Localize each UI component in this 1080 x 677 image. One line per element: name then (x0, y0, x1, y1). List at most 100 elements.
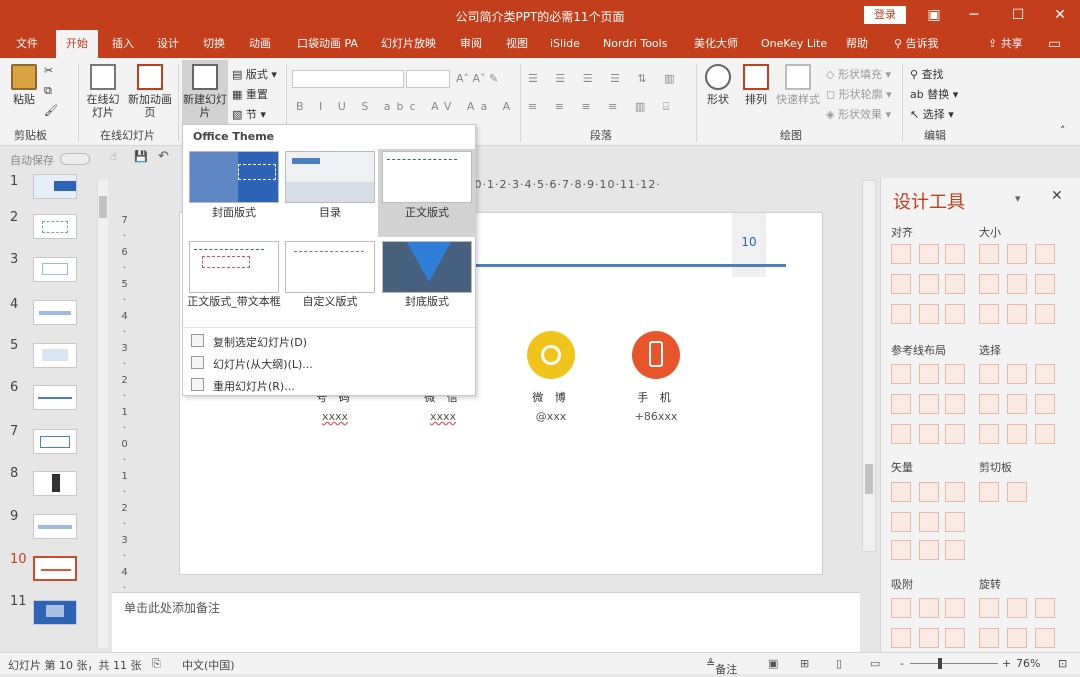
design-tool-icon[interactable] (1007, 394, 1027, 414)
design-tool-icon[interactable] (979, 364, 999, 384)
design-tool-icon[interactable] (979, 394, 999, 414)
copy-icon[interactable]: ⧉ (44, 84, 52, 98)
fit-to-window-icon[interactable]: ⊡ (1058, 657, 1067, 670)
thumbnail-11[interactable] (33, 600, 77, 625)
design-tool-icon[interactable] (1035, 274, 1055, 294)
shape-fill-button[interactable]: ◇ 形状填充 ▾ (826, 66, 891, 82)
pane-options-icon[interactable]: ▾ (1015, 192, 1021, 205)
tab-insert[interactable]: 插入 (112, 30, 134, 58)
font-name-combo[interactable] (292, 70, 404, 88)
design-tool-icon[interactable] (979, 482, 999, 502)
design-tool-icon[interactable] (1007, 244, 1027, 264)
tell-me-search[interactable]: ⚲ 告诉我 (894, 30, 939, 58)
login-button[interactable]: 登录 (864, 6, 906, 24)
thumbnail-9[interactable] (33, 514, 77, 539)
design-tool-icon[interactable] (1035, 364, 1055, 384)
font-format-icons[interactable]: B I U S abc AV Aa A (296, 100, 516, 113)
shape-outline-button[interactable]: ◻ 形状轮廓 ▾ (826, 86, 892, 102)
new-anim-page-button[interactable]: 新加动画页 (128, 64, 172, 119)
zoom-slider-thumb[interactable] (938, 658, 942, 669)
thumbnail-10[interactable] (33, 556, 77, 581)
design-tool-icon[interactable] (945, 304, 965, 324)
thumbnail-6[interactable] (33, 385, 77, 410)
design-tool-icon[interactable] (1007, 598, 1027, 618)
find-button[interactable]: ⚲ 查找 (910, 66, 944, 82)
layout-cover[interactable] (189, 151, 279, 203)
design-tool-icon[interactable] (919, 364, 939, 384)
design-tool-icon[interactable] (945, 364, 965, 384)
slide-scrollbar[interactable] (862, 180, 876, 552)
tab-review[interactable]: 审阅 (460, 30, 482, 58)
slides-from-outline-item[interactable]: 幻灯片(从大纲)(L)... (213, 356, 313, 372)
shape-button[interactable]: 形状 (702, 64, 734, 106)
reading-view-icon[interactable]: ▯ (836, 657, 842, 670)
close-window-icon[interactable]: ✕ (1048, 4, 1072, 26)
design-tool-icon[interactable] (945, 244, 965, 264)
slideshow-icon[interactable]: ▭ (870, 657, 880, 670)
design-tool-icon[interactable] (1007, 628, 1027, 648)
touch-mode-icon[interactable]: ☝ (110, 150, 117, 163)
design-tool-icon[interactable] (891, 598, 911, 618)
tab-slideshow[interactable]: 幻灯片放映 (381, 30, 436, 58)
zoom-in-icon[interactable]: + (1002, 657, 1011, 670)
thumbnail-2[interactable] (33, 214, 77, 239)
design-tool-icon[interactable] (1035, 394, 1055, 414)
zoom-level[interactable]: 76% (1016, 657, 1040, 670)
design-tool-icon[interactable] (891, 274, 911, 294)
autosave-toggle[interactable] (60, 153, 90, 165)
zoom-slider[interactable] (910, 663, 998, 664)
design-tool-icon[interactable] (945, 512, 965, 532)
reuse-slides-item[interactable]: 重用幻灯片(R)... (213, 378, 295, 394)
design-tool-icon[interactable] (1035, 628, 1055, 648)
design-tool-icon[interactable] (1035, 598, 1055, 618)
design-tool-icon[interactable] (979, 304, 999, 324)
tab-islide[interactable]: iSlide (550, 30, 580, 58)
design-tool-icon[interactable] (919, 394, 939, 414)
shape-effect-button[interactable]: ◈ 形状效果 ▾ (826, 106, 891, 122)
thumbnail-5[interactable] (33, 343, 77, 368)
list-icons[interactable]: ☰ ☰ ☰ ☰ ⇅ ▥ (528, 72, 682, 85)
design-tool-icon[interactable] (919, 598, 939, 618)
design-tool-icon[interactable] (919, 540, 939, 560)
design-tool-icon[interactable] (891, 540, 911, 560)
font-size-combo[interactable] (406, 70, 450, 88)
tab-pocket-animation[interactable]: 口袋动画 PA (297, 30, 358, 58)
tab-transitions[interactable]: 切换 (203, 30, 225, 58)
replace-button[interactable]: ab 替换 ▾ (910, 86, 958, 102)
thumbnail-3[interactable] (33, 257, 77, 282)
maximize-icon[interactable]: ☐ (1006, 4, 1030, 26)
design-tool-icon[interactable] (891, 628, 911, 648)
design-tool-icon[interactable] (979, 424, 999, 444)
normal-view-icon[interactable]: ▣ (768, 657, 778, 670)
layout-body-textbox[interactable] (189, 241, 279, 293)
design-tool-icon[interactable] (919, 512, 939, 532)
layout-body[interactable] (382, 151, 472, 203)
design-tool-icon[interactable] (919, 628, 939, 648)
share-button[interactable]: ⇪ 共享 (988, 30, 1023, 58)
online-slide-button[interactable]: 在线幻灯片 (82, 64, 124, 119)
design-tool-icon[interactable] (891, 364, 911, 384)
tab-design[interactable]: 设计 (157, 30, 179, 58)
design-tool-icon[interactable] (919, 274, 939, 294)
cut-icon[interactable]: ✂ (44, 64, 53, 77)
tab-onekey-lite[interactable]: OneKey Lite (761, 30, 827, 58)
layout-toc[interactable] (285, 151, 375, 203)
notes-toggle[interactable]: ≜ 备注 (706, 657, 737, 676)
design-tool-icon[interactable] (979, 598, 999, 618)
design-tool-icon[interactable] (891, 244, 911, 264)
close-pane-icon[interactable]: ✕ (1051, 188, 1063, 204)
design-tool-icon[interactable] (891, 512, 911, 532)
design-tool-icon[interactable] (891, 304, 911, 324)
design-tool-icon[interactable] (1035, 244, 1055, 264)
design-tool-icon[interactable] (979, 274, 999, 294)
design-tool-icon[interactable] (979, 628, 999, 648)
design-tool-icon[interactable] (891, 482, 911, 502)
design-tool-icon[interactable] (945, 540, 965, 560)
layout-button[interactable]: ▤ 版式 ▾ (232, 66, 277, 82)
collapse-ribbon-icon[interactable]: ˄ (1060, 124, 1066, 137)
arrange-button[interactable]: 排列 (740, 64, 772, 106)
select-button[interactable]: ↖ 选择 ▾ (910, 106, 954, 122)
design-tool-icon[interactable] (891, 424, 911, 444)
design-tool-icon[interactable] (1007, 364, 1027, 384)
design-tool-icon[interactable] (945, 628, 965, 648)
